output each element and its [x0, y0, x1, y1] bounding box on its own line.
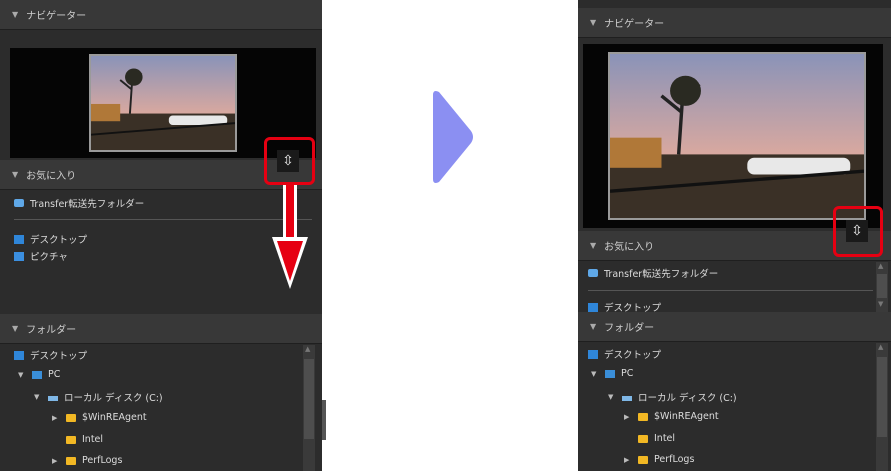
divider: [588, 290, 873, 291]
desktop-icon: [588, 302, 598, 312]
favorite-label: Transfer転送先フォルダー: [30, 199, 145, 210]
folder-icon: [638, 434, 648, 443]
pictures-icon: [14, 251, 24, 261]
favorite-label: ピクチャ: [30, 252, 68, 263]
folder-label: Intel: [82, 434, 104, 445]
favorite-label: Transfer転送先フォルダー: [604, 269, 719, 280]
favorite-label: デスクトップ: [30, 235, 88, 246]
folder-label: PC: [621, 368, 634, 379]
scroll-down-icon[interactable]: ▼: [878, 300, 883, 308]
folders-title: フォルダー: [604, 323, 655, 334]
folders-scrollbar[interactable]: ▲: [303, 345, 315, 471]
favorite-item-transfer[interactable]: Transfer転送先フォルダー: [588, 266, 718, 280]
collapse-triangle-icon: ▼: [590, 18, 597, 27]
navigator-title: ナビゲーター: [604, 19, 665, 30]
favorite-item-pictures[interactable]: ピクチャ: [14, 249, 68, 263]
folders-scrollbar[interactable]: ▲: [876, 343, 888, 471]
folder-item-intel[interactable]: Intel: [638, 433, 675, 444]
folder-label: PC: [48, 369, 61, 380]
folder-item-pc[interactable]: ▼ PC: [18, 369, 60, 380]
folder-label: PerfLogs: [654, 454, 695, 465]
scroll-up-icon[interactable]: ▲: [878, 343, 883, 351]
scroll-thumb[interactable]: [877, 274, 887, 298]
drag-down-arrow-icon: [272, 185, 308, 289]
folder-label: $WinREAgent: [82, 412, 147, 423]
navigator-preview[interactable]: [583, 44, 883, 228]
folder-item-desktop[interactable]: デスクトップ: [588, 347, 661, 361]
folder-item-intel[interactable]: Intel: [66, 434, 103, 445]
scroll-up-icon[interactable]: ▲: [878, 262, 883, 270]
folders-title: フォルダー: [26, 325, 77, 336]
favorites-scrollbar[interactable]: ▲ ▼: [876, 262, 888, 312]
folder-icon: [638, 412, 648, 421]
panel-after: ▼ ナビゲーター ▼ お気に入り Transfer転送先フォルダー デスクトップ…: [578, 0, 891, 471]
folder-label: ローカル ディスク (C:): [638, 393, 737, 404]
photo-landscape-icon: [610, 54, 864, 218]
expand-arrow-icon[interactable]: ▼: [608, 393, 618, 401]
desktop-icon: [588, 349, 598, 359]
transfer-icon: [588, 269, 598, 277]
scroll-thumb[interactable]: [304, 359, 314, 439]
expand-arrow-icon[interactable]: ▼: [18, 371, 28, 379]
photo-landscape-icon: [91, 56, 235, 150]
divider: [14, 219, 312, 220]
collapse-triangle-icon: ▼: [590, 322, 597, 331]
favorite-item-desktop[interactable]: デスクトップ: [14, 232, 87, 246]
folders-header[interactable]: ▼ フォルダー: [0, 314, 322, 344]
highlight-box: [833, 206, 883, 257]
collapse-triangle-icon: ▼: [12, 324, 19, 333]
navigator-header[interactable]: ▼ ナビゲーター: [0, 0, 322, 30]
drive-icon: [622, 396, 632, 401]
folder-item-perflogs[interactable]: ▶ PerfLogs: [52, 455, 122, 466]
expand-arrow-icon[interactable]: ▶: [624, 456, 634, 464]
folder-item-winreagent[interactable]: ▶ $WinREAgent: [52, 412, 147, 423]
panel-edge[interactable]: [322, 400, 326, 440]
folder-label: $WinREAgent: [654, 411, 719, 422]
folder-label: PerfLogs: [82, 455, 123, 466]
collapse-triangle-icon: ▼: [12, 10, 19, 19]
collapse-triangle-icon: ▼: [12, 170, 19, 179]
folder-label: ローカル ディスク (C:): [64, 393, 163, 404]
folder-icon: [66, 435, 76, 444]
folder-item-desktop[interactable]: デスクトップ: [14, 348, 87, 362]
desktop-icon: [14, 234, 24, 244]
next-step-arrow-icon: [433, 91, 473, 183]
navigator-title: ナビゲーター: [26, 11, 87, 22]
expand-arrow-icon[interactable]: ▼: [591, 370, 601, 378]
folder-item-winreagent[interactable]: ▶ $WinREAgent: [624, 411, 719, 422]
expand-arrow-icon[interactable]: ▶: [624, 413, 634, 421]
expand-arrow-icon[interactable]: ▶: [52, 414, 62, 422]
expand-arrow-icon[interactable]: ▼: [34, 393, 44, 401]
drive-icon: [48, 396, 58, 401]
pc-icon: [32, 370, 42, 379]
favorite-item-transfer[interactable]: Transfer転送先フォルダー: [14, 196, 144, 210]
folder-icon: [66, 413, 76, 422]
desktop-icon: [14, 350, 24, 360]
favorites-title: お気に入り: [26, 171, 77, 182]
favorites-title: お気に入り: [604, 242, 655, 253]
pc-icon: [605, 369, 615, 378]
folders-header[interactable]: ▼ フォルダー: [578, 312, 891, 342]
folder-item-local-disk[interactable]: ▼ ローカル ディスク (C:): [608, 390, 737, 404]
expand-arrow-icon[interactable]: ▶: [52, 457, 62, 465]
highlight-box: [264, 137, 315, 185]
navigator-thumbnail[interactable]: [608, 52, 866, 220]
folder-icon: [638, 455, 648, 464]
folder-item-pc[interactable]: ▼ PC: [591, 368, 633, 379]
transfer-icon: [14, 199, 24, 207]
folder-label: Intel: [654, 433, 676, 444]
scroll-thumb[interactable]: [877, 357, 887, 437]
folder-label: デスクトップ: [604, 350, 662, 361]
folder-item-local-disk[interactable]: ▼ ローカル ディスク (C:): [34, 390, 163, 404]
folder-label: デスクトップ: [30, 351, 88, 362]
navigator-header[interactable]: ▼ ナビゲーター: [578, 8, 891, 38]
scroll-up-icon[interactable]: ▲: [305, 345, 310, 353]
folder-item-perflogs[interactable]: ▶ PerfLogs: [624, 454, 694, 465]
navigator-thumbnail[interactable]: [89, 54, 237, 152]
folder-icon: [66, 456, 76, 465]
collapse-triangle-icon: ▼: [590, 241, 597, 250]
